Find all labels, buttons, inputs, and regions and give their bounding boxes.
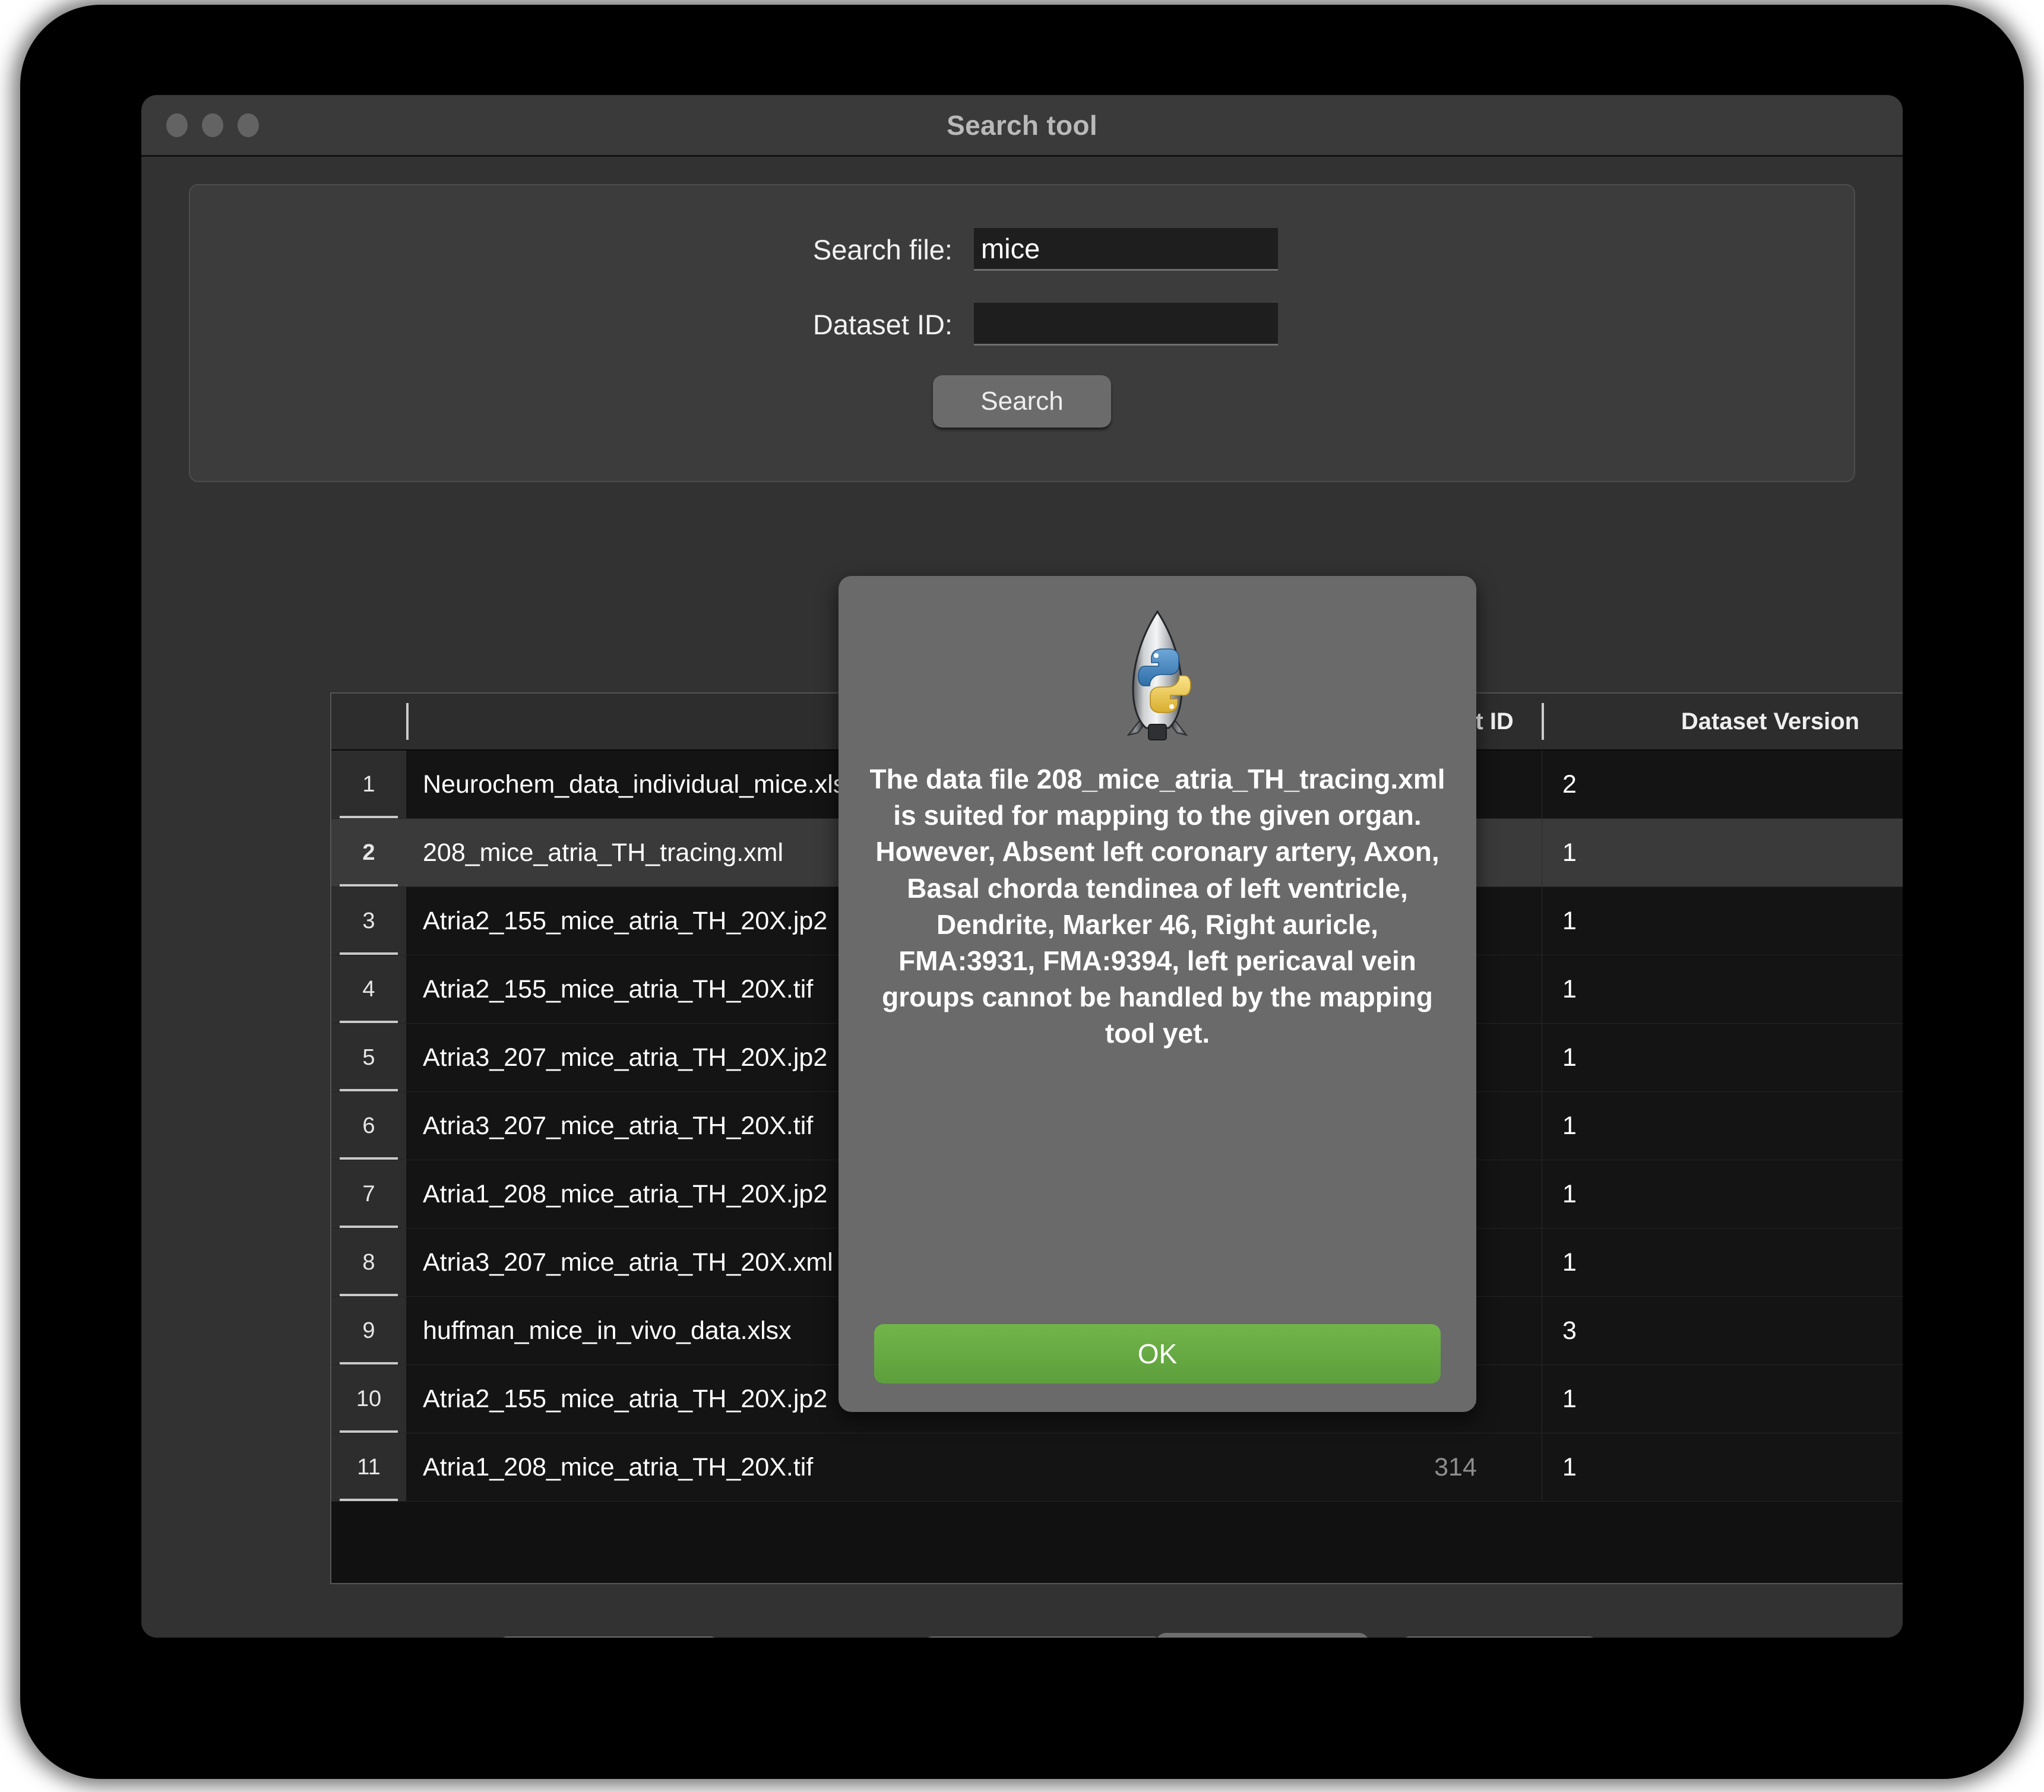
cell-dataset-version[interactable]: 3: [1542, 1297, 1903, 1364]
window-body: Search file: Dataset ID: Search File nam…: [141, 157, 1903, 1638]
dialog-ok-button[interactable]: OK: [874, 1324, 1441, 1383]
dialog-message: The data file 208_mice_atria_TH_tracing.…: [869, 764, 1445, 1049]
app-window: Search tool Search file: Dataset ID: Sea…: [141, 95, 1903, 1638]
python-rocket-icon: [1107, 608, 1208, 746]
window-title: Search tool: [947, 109, 1097, 141]
cell-dataset-version[interactable]: 1: [1542, 1365, 1903, 1433]
row-index: 11: [331, 1433, 406, 1501]
download-button[interactable]: Download: [499, 1636, 719, 1638]
row-index: 5: [331, 1024, 406, 1091]
row-index: 8: [331, 1229, 406, 1296]
row-index: 4: [331, 955, 406, 1023]
cell-dataset-version[interactable]: 1: [1542, 1024, 1903, 1091]
cell-dataset-version[interactable]: 1: [1542, 887, 1903, 955]
row-index: 3: [331, 887, 406, 955]
title-bar: Search tool: [141, 95, 1903, 157]
row-index: 6: [331, 1092, 406, 1160]
bottom-toolbar: Download Export VTK heart ▲▼ Analyse: [330, 1628, 1717, 1638]
cell-dataset-version[interactable]: 2: [1542, 751, 1903, 818]
column-header-dataset-version[interactable]: Dataset Version: [1542, 694, 1903, 749]
dataset-id-input[interactable]: [974, 303, 1278, 346]
analyse-button[interactable]: Analyse: [1401, 1636, 1597, 1638]
cell-dataset-id[interactable]: 314: [1369, 1433, 1542, 1501]
cell-dataset-version[interactable]: 1: [1542, 1092, 1903, 1160]
export-vtk-button[interactable]: Export VTK: [924, 1636, 1162, 1638]
table-row[interactable]: 11 Atria1_208_mice_atria_TH_20X.tif 314 1: [331, 1433, 1903, 1502]
cell-dataset-version[interactable]: 1: [1542, 1229, 1903, 1296]
screen-backdrop: Search tool Search file: Dataset ID: Sea…: [0, 0, 2044, 1792]
column-header-index[interactable]: [331, 694, 406, 749]
row-index: 1: [331, 751, 406, 818]
search-file-row: Search file:: [190, 228, 1854, 271]
row-index: 9: [331, 1297, 406, 1364]
column-divider[interactable]: [1542, 703, 1544, 740]
cell-dataset-version[interactable]: 1: [1542, 1433, 1903, 1501]
search-file-label: Search file:: [812, 233, 953, 265]
cell-dataset-version[interactable]: 1: [1542, 819, 1903, 886]
cell-file-name[interactable]: Atria1_208_mice_atria_TH_20X.tif: [406, 1433, 1369, 1501]
search-panel: Search file: Dataset ID: Search: [189, 184, 1855, 482]
column-divider[interactable]: [406, 703, 409, 740]
cell-dataset-version[interactable]: 1: [1542, 955, 1903, 1023]
organ-select[interactable]: heart ▲▼: [1156, 1633, 1369, 1638]
dataset-id-row: Dataset ID:: [190, 303, 1854, 346]
search-button[interactable]: Search: [933, 375, 1111, 428]
row-index: 7: [331, 1160, 406, 1228]
row-index: 2: [331, 819, 406, 886]
search-file-input[interactable]: [974, 228, 1278, 271]
row-index: 10: [331, 1365, 406, 1433]
cell-dataset-version[interactable]: 1: [1542, 1160, 1903, 1228]
mapping-warning-dialog: The data file 208_mice_atria_TH_tracing.…: [839, 576, 1476, 1412]
dataset-id-label: Dataset ID:: [812, 308, 953, 340]
